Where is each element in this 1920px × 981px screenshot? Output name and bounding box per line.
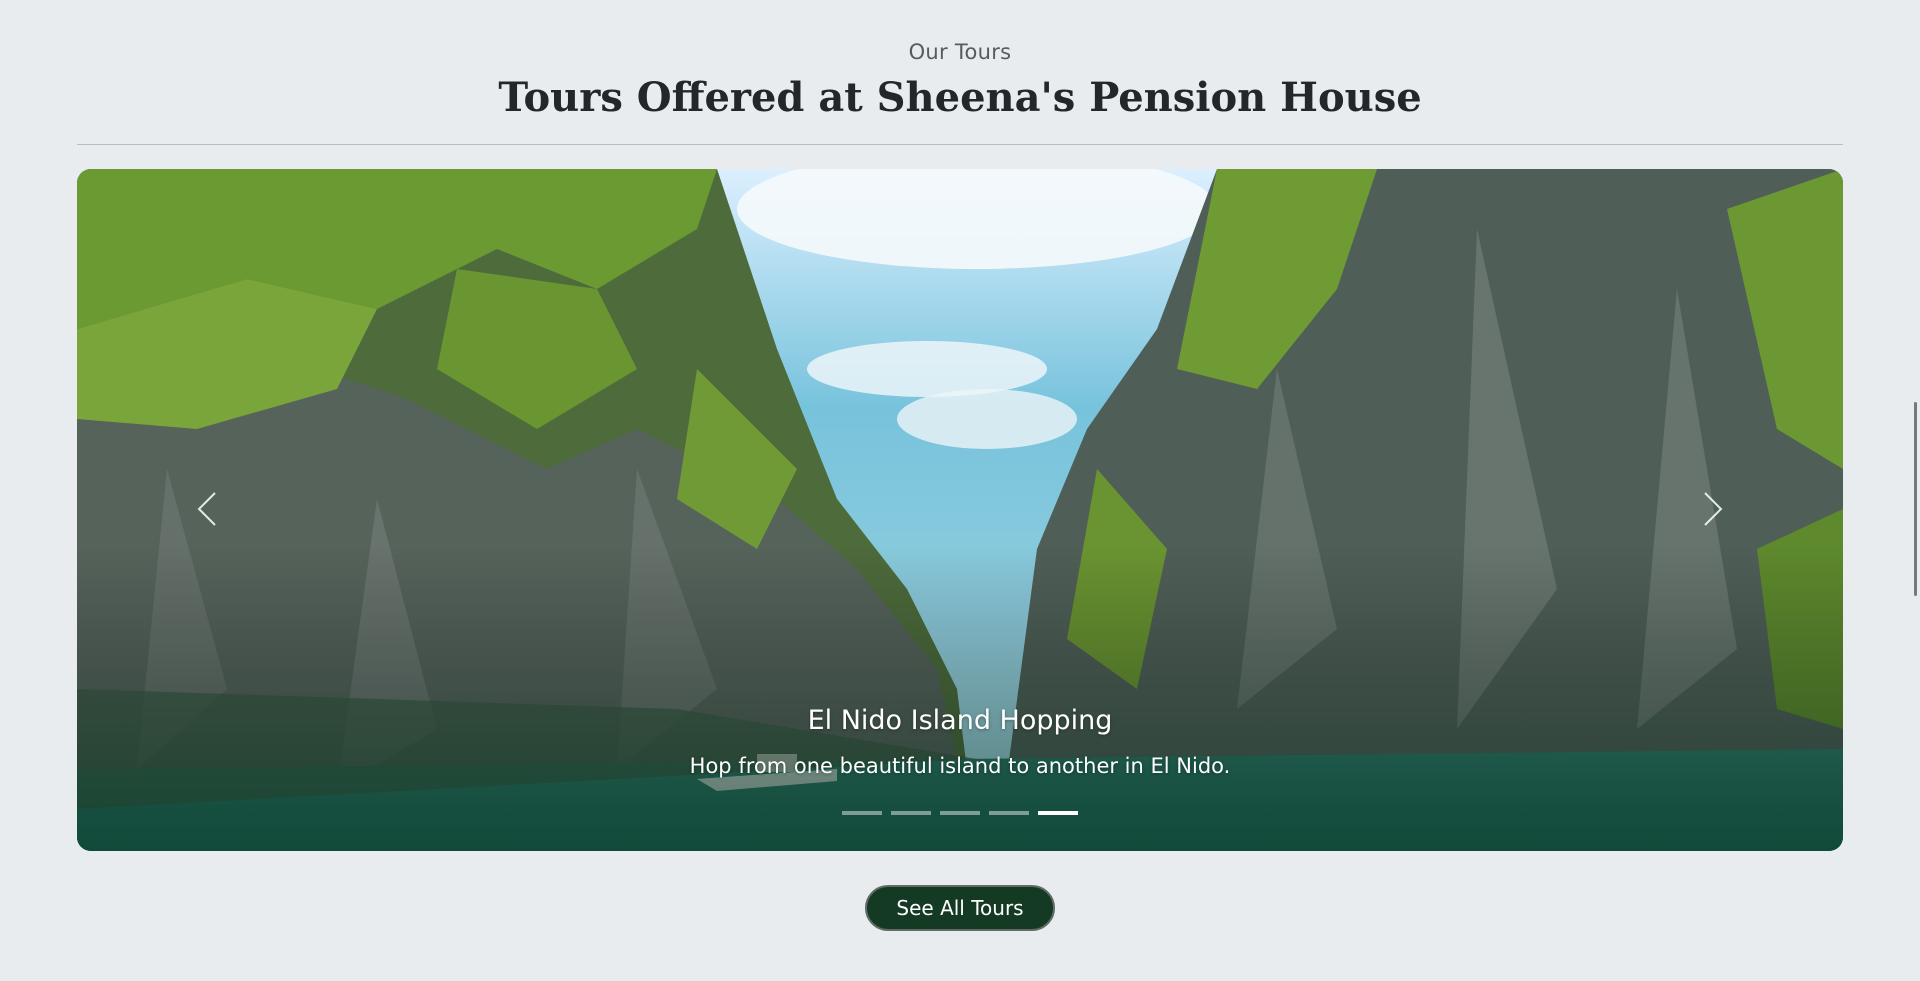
tours-section: Our Tours Tours Offered at Sheena's Pens…: [0, 0, 1920, 981]
carousel-indicators: [77, 811, 1843, 815]
carousel-prev-button[interactable]: [167, 469, 247, 549]
section-title: Tours Offered at Sheena's Pension House: [498, 74, 1422, 121]
slide-caption-text: Hop from one beautiful island to another…: [689, 754, 1231, 778]
carousel-indicator-2[interactable]: [891, 811, 931, 815]
carousel-indicator-1[interactable]: [842, 811, 882, 815]
carousel-next-button[interactable]: [1673, 469, 1753, 549]
tours-carousel[interactable]: El Nido Island Hopping Hop from one beau…: [77, 169, 1843, 851]
carousel-indicator-5[interactable]: [1038, 811, 1078, 815]
carousel-indicator-3[interactable]: [940, 811, 980, 815]
divider: [77, 144, 1843, 145]
chevron-left-icon: [197, 492, 216, 526]
slide-caption-title: El Nido Island Hopping: [807, 705, 1113, 736]
carousel-indicator-4[interactable]: [989, 811, 1029, 815]
scrollbar-thumb[interactable]: [1914, 402, 1917, 596]
see-all-tours-button[interactable]: See All Tours: [865, 885, 1055, 931]
section-eyebrow: Our Tours: [908, 40, 1012, 64]
slide-image: [77, 169, 1843, 851]
chevron-right-icon: [1704, 492, 1723, 526]
